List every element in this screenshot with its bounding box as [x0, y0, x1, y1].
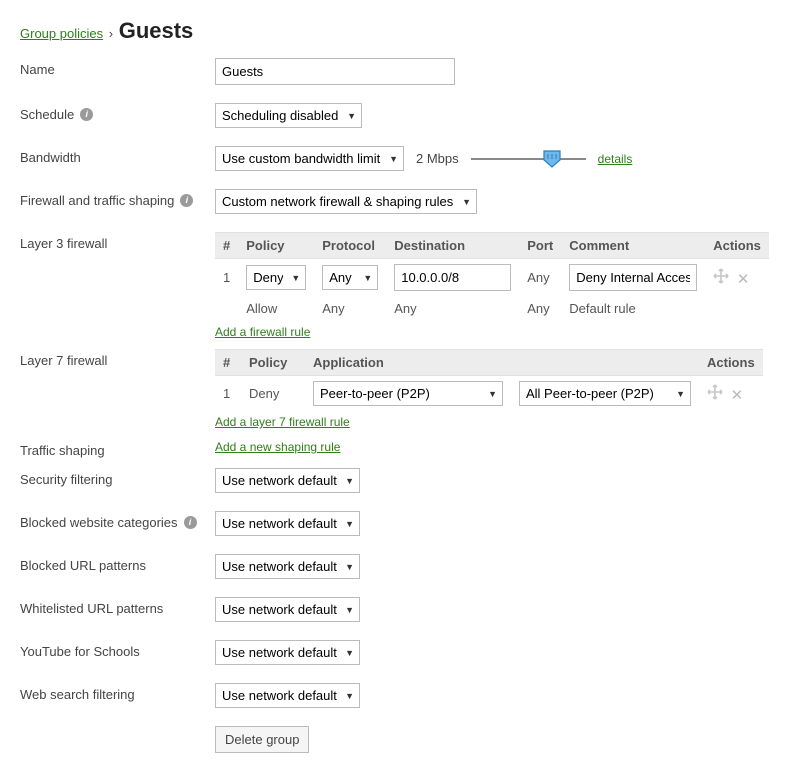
col-actions: Actions — [699, 350, 763, 376]
cell-protocol: Any — [314, 296, 386, 321]
info-icon[interactable]: i — [184, 516, 197, 529]
schedule-label: Schedule — [20, 107, 74, 122]
col-num: # — [215, 233, 238, 259]
bandwidth-value: 2 Mbps — [416, 151, 459, 166]
l3-table: # Policy Protocol Destination Port Comme… — [215, 232, 769, 321]
firewall-shaping-select[interactable]: Custom network firewall & shaping rules — [215, 189, 477, 214]
slider-thumb-icon[interactable] — [543, 150, 561, 168]
name-label: Name — [20, 62, 55, 77]
breadcrumb-current: Guests — [119, 18, 194, 43]
col-application: Application — [305, 350, 699, 376]
cell-num: 1 — [215, 259, 238, 297]
bandwidth-details-link[interactable]: details — [598, 152, 633, 166]
blocked-url-select[interactable]: Use network default — [215, 554, 360, 579]
destination-input[interactable] — [394, 264, 511, 291]
delete-icon[interactable]: ✕ — [731, 386, 744, 404]
delete-group-button[interactable]: Delete group — [215, 726, 309, 753]
col-policy: Policy — [238, 233, 314, 259]
youtube-select[interactable]: Use network default — [215, 640, 360, 665]
cell-destination: Any — [386, 296, 519, 321]
cell-port: Any — [519, 296, 561, 321]
col-num: # — [215, 350, 241, 376]
add-shaping-rule-link[interactable]: Add a new shaping rule — [215, 440, 340, 454]
col-actions: Actions — [705, 233, 769, 259]
cell-policy: Deny — [241, 376, 305, 412]
table-header-row: # Policy Protocol Destination Port Comme… — [215, 233, 769, 259]
blocked-categories-select[interactable]: Use network default — [215, 511, 360, 536]
cell-num: 1 — [215, 376, 241, 412]
table-header-row: # Policy Application Actions — [215, 350, 763, 376]
l7-table: # Policy Application Actions 1 Deny Peer… — [215, 349, 763, 411]
col-port: Port — [519, 233, 561, 259]
blocked-url-label: Blocked URL patterns — [20, 558, 146, 573]
whitelist-url-label: Whitelisted URL patterns — [20, 601, 163, 616]
bandwidth-label: Bandwidth — [20, 150, 81, 165]
breadcrumb-parent[interactable]: Group policies — [20, 26, 103, 41]
cell-port: Any — [519, 259, 561, 297]
websearch-label: Web search filtering — [20, 687, 135, 702]
move-icon[interactable] — [713, 268, 729, 288]
l3-label: Layer 3 firewall — [20, 236, 107, 251]
blocked-categories-label: Blocked website categories — [20, 515, 178, 530]
firewall-shaping-label: Firewall and traffic shaping — [20, 193, 174, 208]
comment-input[interactable] — [569, 264, 697, 291]
schedule-select[interactable]: Scheduling disabled — [215, 103, 362, 128]
name-input[interactable] — [215, 58, 455, 85]
cell-policy: Allow — [238, 296, 314, 321]
info-icon[interactable]: i — [80, 108, 93, 121]
col-destination: Destination — [386, 233, 519, 259]
bandwidth-slider[interactable] — [471, 150, 586, 168]
policy-select[interactable]: Deny — [246, 265, 306, 290]
app-item-select[interactable]: All Peer-to-peer (P2P) — [519, 381, 691, 406]
move-icon[interactable] — [707, 384, 723, 404]
security-filtering-label: Security filtering — [20, 472, 112, 487]
add-l3-rule-link[interactable]: Add a firewall rule — [215, 325, 310, 339]
security-filtering-select[interactable]: Use network default — [215, 468, 360, 493]
whitelist-url-select[interactable]: Use network default — [215, 597, 360, 622]
delete-icon[interactable]: ✕ — [737, 270, 750, 288]
table-row-default: Allow Any Any Any Default rule — [215, 296, 769, 321]
app-category-select[interactable]: Peer-to-peer (P2P) — [313, 381, 503, 406]
table-row: 1 Deny Peer-to-peer (P2P) All Peer-to-pe… — [215, 376, 763, 412]
l7-label: Layer 7 firewall — [20, 353, 107, 368]
info-icon[interactable]: i — [180, 194, 193, 207]
breadcrumb-sep: › — [109, 26, 113, 41]
bandwidth-select[interactable]: Use custom bandwidth limit — [215, 146, 404, 171]
add-l7-rule-link[interactable]: Add a layer 7 firewall rule — [215, 415, 350, 429]
cell-comment: Default rule — [561, 296, 705, 321]
traffic-shaping-label: Traffic shaping — [20, 443, 105, 458]
col-protocol: Protocol — [314, 233, 386, 259]
col-comment: Comment — [561, 233, 705, 259]
col-policy: Policy — [241, 350, 305, 376]
table-row: 1 Deny Any Any ✕ — [215, 259, 769, 297]
protocol-select[interactable]: Any — [322, 265, 378, 290]
youtube-label: YouTube for Schools — [20, 644, 140, 659]
